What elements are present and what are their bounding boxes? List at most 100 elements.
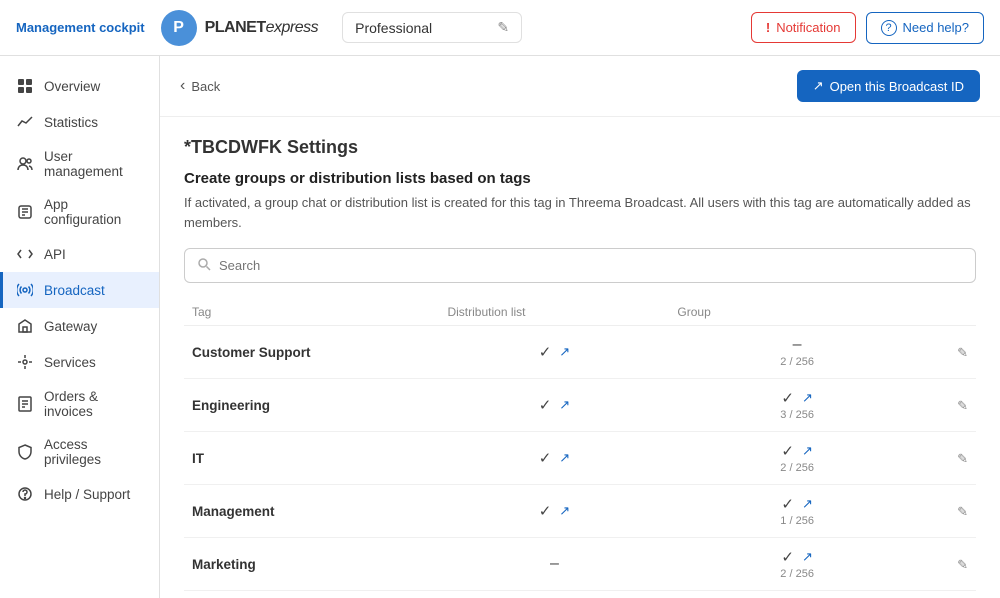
sidebar-item-statistics[interactable]: Statistics bbox=[0, 104, 159, 140]
th-tag: Tag bbox=[184, 299, 439, 326]
table-row: Production✓ ↗ ✓ ↗ 4 / 256 ✎ bbox=[184, 591, 976, 598]
org-selector[interactable]: Professional ✎ bbox=[342, 12, 522, 43]
tag-name: Engineering bbox=[192, 398, 270, 413]
logo-circle: P bbox=[161, 10, 197, 46]
group-check-icon: ✓ bbox=[781, 495, 794, 513]
th-group: Group bbox=[669, 299, 924, 326]
table-row: Management ✓ ↗ ✓ ↗ 1 / 256 ✎ bbox=[184, 485, 976, 538]
tag-name: Marketing bbox=[192, 557, 256, 572]
sidebar-item-overview[interactable]: Overview bbox=[0, 68, 159, 104]
notification-button[interactable]: ! Notification bbox=[751, 12, 856, 43]
edit-row-icon[interactable]: ✎ bbox=[957, 345, 968, 360]
notification-icon: ! bbox=[766, 20, 770, 35]
group-check-icon: ✓ bbox=[781, 548, 794, 566]
sidebar-item-gateway[interactable]: Gateway bbox=[0, 308, 159, 344]
edit-row-icon[interactable]: ✎ bbox=[957, 504, 968, 519]
logo: P PLANETexpress bbox=[161, 10, 319, 46]
help-button[interactable]: ? Need help? bbox=[866, 12, 985, 44]
sidebar-label-gateway: Gateway bbox=[44, 319, 97, 334]
group-count: 2 / 256 bbox=[780, 568, 814, 580]
dist-link-icon[interactable]: ↗ bbox=[559, 344, 570, 360]
main-content: ‹ Back ↗ Open this Broadcast ID *TBCDWFK… bbox=[160, 56, 1000, 598]
group-count: 1 / 256 bbox=[780, 515, 814, 527]
sidebar-label-overview: Overview bbox=[44, 79, 100, 94]
grid-icon bbox=[16, 77, 34, 95]
sidebar-label-orders: Orders & invoices bbox=[44, 389, 143, 419]
help-label: Need help? bbox=[903, 20, 970, 35]
dist-dash-icon: – bbox=[550, 555, 559, 573]
dist-link-icon[interactable]: ↗ bbox=[559, 450, 570, 466]
sidebar-item-app-configuration[interactable]: App configuration bbox=[0, 188, 159, 236]
open-broadcast-button[interactable]: ↗ Open this Broadcast ID bbox=[797, 70, 980, 102]
group-check-icon: ✓ bbox=[781, 389, 794, 407]
sidebar-label-services: Services bbox=[44, 355, 96, 370]
sidebar-item-user-management[interactable]: User management bbox=[0, 140, 159, 188]
dist-check-icon: ✓ bbox=[539, 502, 552, 520]
sidebar-label-statistics: Statistics bbox=[44, 115, 98, 130]
header-actions: ! Notification ? Need help? bbox=[751, 12, 984, 44]
edit-row-icon[interactable]: ✎ bbox=[957, 398, 968, 413]
settings-body: *TBCDWFK Settings Create groups or distr… bbox=[160, 117, 1000, 598]
tag-table: Tag Distribution list Group Customer Sup… bbox=[184, 299, 976, 598]
dist-link-icon[interactable]: ↗ bbox=[559, 503, 570, 519]
help-circle-icon: ? bbox=[881, 20, 897, 36]
invoice-icon bbox=[16, 395, 34, 413]
search-icon bbox=[197, 257, 211, 274]
chevron-left-icon: ‹ bbox=[180, 77, 185, 95]
org-name: Professional bbox=[355, 20, 489, 36]
sidebar-item-api[interactable]: API bbox=[0, 236, 159, 272]
dist-link-icon[interactable]: ↗ bbox=[559, 397, 570, 413]
sidebar-item-orders[interactable]: Orders & invoices bbox=[0, 380, 159, 428]
edit-row-icon[interactable]: ✎ bbox=[957, 557, 968, 572]
sidebar-label-broadcast: Broadcast bbox=[44, 283, 105, 298]
edit-row-icon[interactable]: ✎ bbox=[957, 451, 968, 466]
sidebar-item-access[interactable]: Access privileges bbox=[0, 428, 159, 476]
open-broadcast-label: Open this Broadcast ID bbox=[830, 79, 964, 94]
sidebar-label-help: Help / Support bbox=[44, 487, 130, 502]
section-heading: Create groups or distribution lists base… bbox=[184, 170, 976, 187]
logo-planet: PLANET bbox=[205, 19, 266, 36]
tag-name: Customer Support bbox=[192, 345, 311, 360]
group-count: 2 / 256 bbox=[780, 356, 814, 368]
search-input[interactable] bbox=[219, 258, 963, 273]
table-row: Engineering ✓ ↗ ✓ ↗ 3 / 256 ✎ bbox=[184, 379, 976, 432]
group-link-icon[interactable]: ↗ bbox=[802, 549, 813, 565]
edit-org-icon[interactable]: ✎ bbox=[497, 19, 509, 36]
dist-check-icon: ✓ bbox=[539, 396, 552, 414]
group-link-icon[interactable]: ↗ bbox=[802, 443, 813, 459]
sidebar-item-services[interactable]: Services bbox=[0, 344, 159, 380]
users-icon bbox=[16, 155, 34, 173]
logo-express: express bbox=[266, 19, 319, 36]
group-count: 2 / 256 bbox=[780, 462, 814, 474]
settings-icon bbox=[16, 203, 34, 221]
dist-check-icon: ✓ bbox=[539, 449, 552, 467]
group-link-icon[interactable]: ↗ bbox=[802, 390, 813, 406]
logo-text: PLANETexpress bbox=[205, 19, 319, 37]
services-icon bbox=[16, 353, 34, 371]
gateway-icon bbox=[16, 317, 34, 335]
help-icon bbox=[16, 485, 34, 503]
tag-name: IT bbox=[192, 451, 204, 466]
notification-label: Notification bbox=[776, 20, 840, 35]
external-link-icon: ↗ bbox=[813, 78, 824, 94]
group-check-icon: ✓ bbox=[781, 442, 794, 460]
sidebar: Overview Statistics User management bbox=[0, 56, 160, 598]
th-action bbox=[925, 299, 976, 326]
group-count: 3 / 256 bbox=[780, 409, 814, 421]
sidebar-label-access: Access privileges bbox=[44, 437, 143, 467]
back-bar: ‹ Back ↗ Open this Broadcast ID bbox=[160, 56, 1000, 117]
table-row: Customer Support✓ ↗ – 2 / 256 ✎ bbox=[184, 326, 976, 379]
section-desc: If activated, a group chat or distributi… bbox=[184, 193, 976, 232]
th-distribution-list: Distribution list bbox=[439, 299, 669, 326]
sidebar-label-user-management: User management bbox=[44, 149, 143, 179]
chart-icon bbox=[16, 113, 34, 131]
sidebar-item-help[interactable]: Help / Support bbox=[0, 476, 159, 512]
header: Management cockpit P PLANETexpress Profe… bbox=[0, 0, 1000, 56]
table-row: IT ✓ ↗ ✓ ↗ 2 / 256 ✎ bbox=[184, 432, 976, 485]
group-link-icon[interactable]: ↗ bbox=[802, 496, 813, 512]
broadcast-icon bbox=[16, 281, 34, 299]
back-button[interactable]: ‹ Back bbox=[180, 77, 220, 95]
dist-check-icon: ✓ bbox=[539, 343, 552, 361]
tag-name: Management bbox=[192, 504, 275, 519]
sidebar-item-broadcast[interactable]: Broadcast bbox=[0, 272, 159, 308]
